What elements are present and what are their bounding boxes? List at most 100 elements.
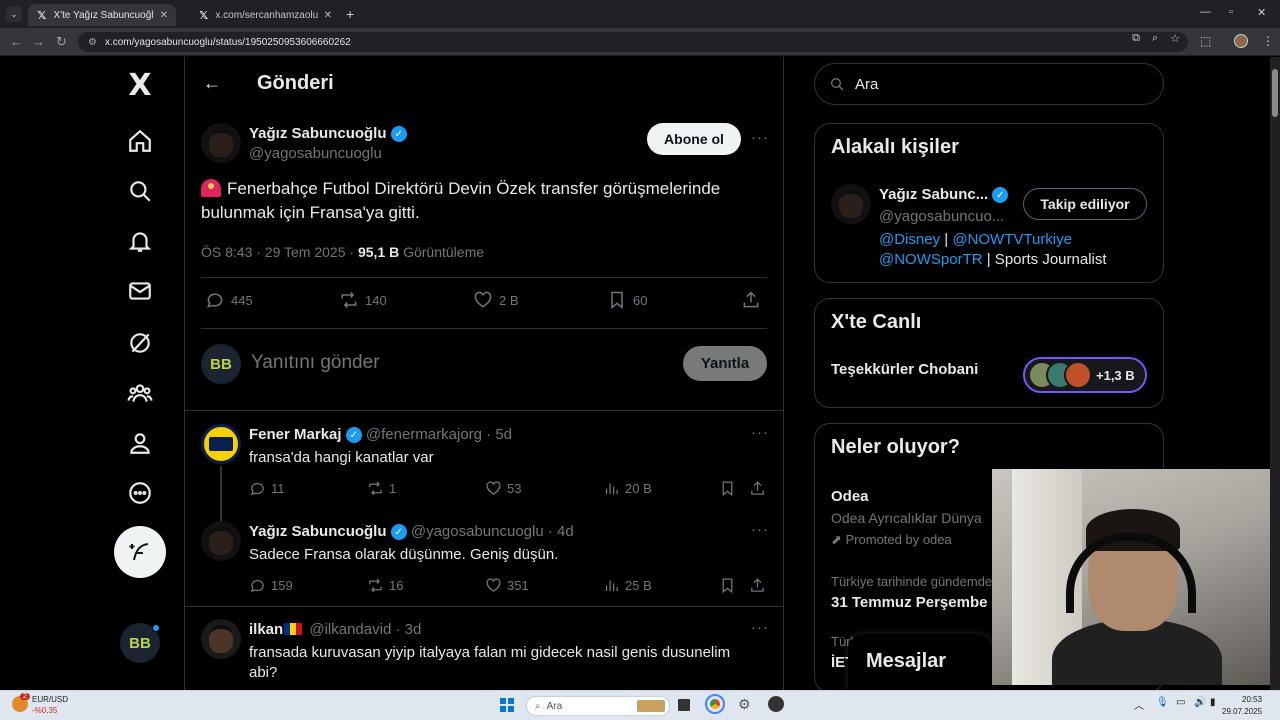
- live-listeners-pill[interactable]: +1,3 B: [1023, 357, 1147, 393]
- account-avatar[interactable]: BB: [120, 623, 160, 663]
- views-action[interactable]: 25 B: [603, 577, 652, 594]
- close-window-icon[interactable]: ✕: [1257, 6, 1266, 19]
- chrome-taskbar-icon[interactable]: [705, 694, 725, 714]
- more-options-icon[interactable]: ···: [751, 129, 769, 146]
- bio-link[interactable]: @NOWTVTurkiye: [952, 231, 1072, 248]
- communities-icon[interactable]: [124, 377, 156, 409]
- back-icon[interactable]: ←: [10, 34, 23, 49]
- tray-expand-icon[interactable]: ︿: [1134, 697, 1144, 712]
- author-handle[interactable]: @yagosabuncuoglu: [249, 145, 382, 162]
- chrome-menu-icon[interactable]: ⋮: [1262, 34, 1274, 48]
- more-options-icon[interactable]: ···: [751, 619, 769, 636]
- new-tab-button[interactable]: +: [346, 6, 354, 22]
- bookmark-action[interactable]: [719, 577, 736, 594]
- more-options-icon[interactable]: ···: [751, 424, 769, 441]
- settings-gear-icon[interactable]: ⚙: [738, 696, 751, 713]
- url-field[interactable]: ⚙ x.com/yagosabuncuoglu/status/195025095…: [78, 32, 1188, 52]
- extensions-icon[interactable]: ⬚: [1200, 34, 1211, 48]
- reload-icon[interactable]: ↻: [56, 34, 67, 50]
- reply-avatar[interactable]: [201, 521, 241, 561]
- bookmark-action[interactable]: 60: [607, 290, 647, 310]
- reply-action[interactable]: 159: [249, 577, 293, 594]
- grok-icon[interactable]: [124, 327, 156, 359]
- live-space-title[interactable]: Teşekkürler Chobani: [831, 361, 978, 378]
- messages-drawer[interactable]: Mesajlar: [848, 634, 992, 690]
- market-widget[interactable]: EUR/USD -%0,35: [32, 694, 68, 716]
- compose-post-button[interactable]: [114, 526, 166, 578]
- zoom-icon[interactable]: ⌕: [1152, 32, 1158, 45]
- profile-avatar[interactable]: [1234, 34, 1248, 48]
- tab-active[interactable]: 𝕏 X'te Yağız Sabuncuoğlu "🚨 Fe ✕: [28, 4, 176, 26]
- tab-inactive[interactable]: 𝕏 x.com/sercanhamzaolu/status/ ✕: [190, 4, 340, 26]
- network-icon[interactable]: ▭: [1176, 697, 1185, 708]
- bio-link[interactable]: @Disney: [879, 231, 940, 248]
- more-options-icon[interactable]: ···: [751, 521, 769, 538]
- reply-action[interactable]: 445: [205, 290, 253, 310]
- bookmark-star-icon[interactable]: ☆: [1170, 32, 1180, 45]
- task-view-icon[interactable]: [678, 699, 690, 711]
- back-arrow-icon[interactable]: ←: [203, 73, 221, 94]
- reply-action[interactable]: 11: [249, 480, 285, 497]
- battery-icon[interactable]: ▮: [1210, 697, 1216, 708]
- tab-close-icon[interactable]: ✕: [324, 10, 332, 21]
- tweet-timestamp[interactable]: ÖS 8:43 · 29 Tem 2025 ·: [201, 244, 358, 260]
- taskbar-clock[interactable]: 20:53 29.07.2025: [1222, 694, 1262, 718]
- reply-item[interactable]: Fener Markaj ✓ @fenermarkajorg · 5d ··· …: [185, 424, 783, 524]
- tab-search-icon[interactable]: ⌄: [6, 6, 22, 22]
- reply-author-name[interactable]: Fener Markaj: [249, 426, 342, 443]
- forward-icon[interactable]: →: [32, 34, 45, 49]
- tab-close-icon[interactable]: ✕: [160, 10, 168, 21]
- install-icon[interactable]: ⧉: [1132, 32, 1140, 45]
- reply-item[interactable]: Yağız Sabuncuoğlu ✓ @yagosabuncuoglu · 4…: [185, 521, 783, 616]
- like-action[interactable]: 2 B: [473, 290, 519, 310]
- bookmark-action[interactable]: [719, 480, 736, 497]
- repost-action[interactable]: 1: [367, 480, 396, 497]
- page-scrollbar[interactable]: [1270, 57, 1280, 690]
- messages-envelope-icon[interactable]: [124, 275, 156, 307]
- more-circle-icon[interactable]: [124, 477, 156, 509]
- reply-avatar[interactable]: [201, 424, 241, 464]
- like-action[interactable]: 351: [485, 577, 529, 594]
- minimize-icon[interactable]: —: [1200, 6, 1211, 18]
- reply-author-handle[interactable]: @yagosabuncuoglu: [411, 523, 544, 540]
- share-action[interactable]: [749, 480, 766, 497]
- reply-author-name[interactable]: Yağız Sabuncuoğlu: [249, 523, 387, 540]
- site-info-icon[interactable]: ⚙: [88, 37, 97, 48]
- author-avatar[interactable]: [201, 123, 241, 163]
- reply-author-handle[interactable]: @ilkandavid: [309, 621, 391, 638]
- reply-submit-button[interactable]: Yanıtla: [683, 346, 767, 381]
- share-action[interactable]: [741, 290, 761, 310]
- reply-author-handle[interactable]: @fenermarkajorg: [366, 426, 482, 443]
- home-icon[interactable]: [124, 125, 156, 157]
- profile-icon[interactable]: [124, 427, 156, 459]
- reply-avatar[interactable]: [201, 619, 241, 659]
- reply-age[interactable]: · 5d: [482, 426, 512, 443]
- explore-search-icon[interactable]: [124, 175, 156, 207]
- repost-action[interactable]: 16: [367, 577, 403, 594]
- x-logo-icon[interactable]: X: [124, 68, 156, 103]
- like-action[interactable]: 53: [485, 480, 521, 497]
- start-windows-icon[interactable]: [500, 698, 514, 712]
- bio-link[interactable]: @NOWSporTR: [879, 251, 983, 268]
- views-action[interactable]: 20 B: [603, 480, 652, 497]
- trend-title[interactable]: 31 Temmuz Perşembe: [831, 594, 987, 611]
- mic-icon[interactable]: 🎙: [1156, 697, 1169, 708]
- promo-title[interactable]: Odea: [831, 488, 869, 505]
- author-name[interactable]: Yağız Sabuncuoğlu ✓: [249, 125, 407, 143]
- share-action[interactable]: [749, 577, 766, 594]
- search-input[interactable]: Ara: [814, 63, 1164, 105]
- following-button[interactable]: Takip ediliyor: [1023, 188, 1147, 220]
- related-handle[interactable]: @yagosabuncuo...: [879, 208, 1004, 225]
- reply-age[interactable]: · 4d: [544, 523, 574, 540]
- volume-icon[interactable]: 🔊: [1194, 697, 1206, 708]
- reply-item[interactable]: ilkan @ilkandavid · 3d ··· fransada kuru…: [185, 619, 783, 690]
- reply-author-name[interactable]: ilkan: [249, 621, 283, 638]
- taskbar-search[interactable]: ⌕ Ara: [526, 696, 670, 716]
- related-avatar[interactable]: [831, 184, 871, 224]
- related-name[interactable]: Yağız Sabunc... ✓: [879, 186, 1009, 204]
- restore-icon[interactable]: ▫: [1229, 6, 1233, 18]
- subscribe-button[interactable]: Abone ol: [647, 123, 741, 155]
- notifications-bell-icon[interactable]: [124, 225, 156, 257]
- reply-input[interactable]: Yanıtını gönder: [251, 352, 380, 374]
- app-icon[interactable]: [768, 696, 784, 712]
